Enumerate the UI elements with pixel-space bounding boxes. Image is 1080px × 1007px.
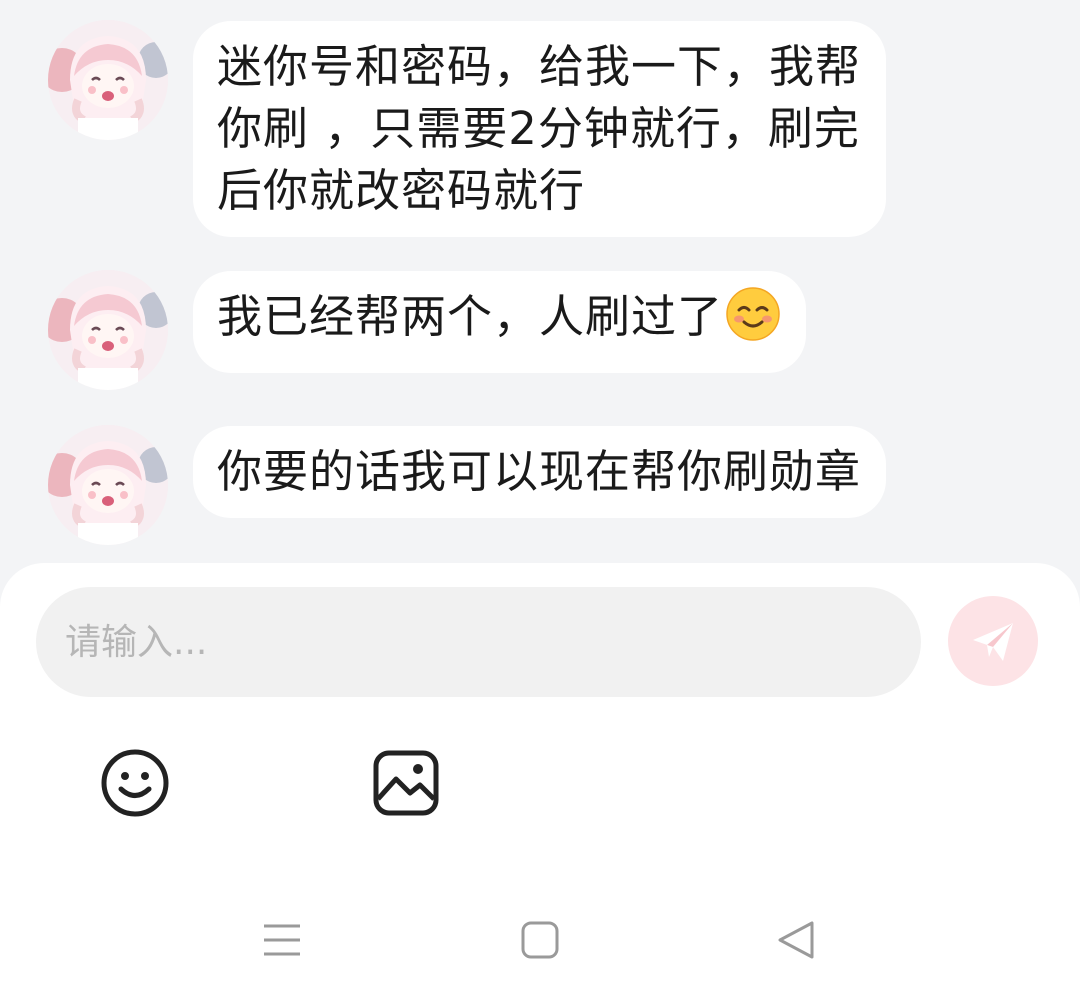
home-square-icon <box>521 921 559 959</box>
image-icon <box>373 750 439 816</box>
message-bubble[interactable]: 你要的话我可以现在帮你刷勋章 <box>193 426 887 518</box>
back-triangle-icon <box>778 921 814 959</box>
system-nav-bar <box>0 890 1080 990</box>
message-text: 我已经帮两个，人刷过了 <box>217 290 724 343</box>
message-text-line: 迷你号和密码，给我一下，我帮 <box>217 40 862 93</box>
emoji-button[interactable] <box>99 747 171 819</box>
anime-girl-avatar-image <box>48 425 168 545</box>
image-button[interactable] <box>370 747 442 819</box>
anime-girl-avatar-image <box>48 20 168 140</box>
menu-button[interactable] <box>260 918 304 962</box>
message-bubble[interactable]: 我已经帮两个，人刷过了 <box>193 271 807 373</box>
message-bubble[interactable]: 迷你号和密码，给我一下，我帮 你刷 ，只需要2分钟就行，刷完 后你就改密码就行 <box>193 21 887 237</box>
menu-icon <box>264 924 300 956</box>
smiley-icon <box>101 749 169 817</box>
avatar[interactable] <box>48 20 168 140</box>
back-button[interactable] <box>774 918 818 962</box>
message-text: 你要的话我可以现在帮你刷勋章 <box>217 445 862 498</box>
avatar[interactable] <box>48 270 168 390</box>
message-text-line: 你刷 ，只需要2分钟就行，刷完 <box>217 102 860 155</box>
message-text-line: 后你就改密码就行 <box>217 164 586 217</box>
anime-girl-avatar-image <box>48 270 168 390</box>
message-input[interactable] <box>36 587 921 697</box>
paper-plane-icon <box>973 623 1013 661</box>
home-button[interactable] <box>518 918 562 962</box>
smiling-face-with-blush-icon <box>725 286 781 358</box>
avatar[interactable] <box>48 425 168 545</box>
chat-area: 迷你号和密码，给我一下，我帮 你刷 ，只需要2分钟就行，刷完 后你就改密码就行 <box>0 0 1080 570</box>
send-button[interactable] <box>948 596 1038 686</box>
